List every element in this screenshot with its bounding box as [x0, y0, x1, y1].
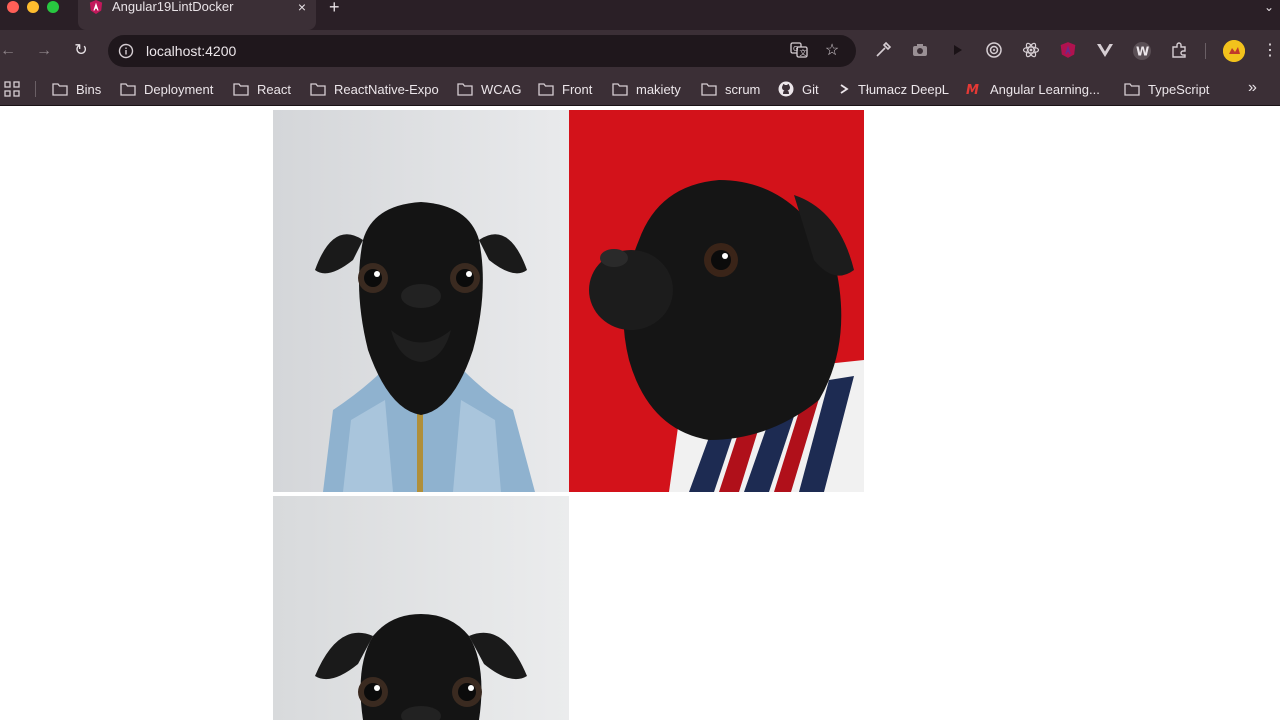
forward-button[interactable]: → [34, 41, 54, 61]
bookmark-wcag[interactable]: WCAG [457, 80, 521, 98]
svg-text:W: W [1136, 45, 1149, 59]
bookmark-angular-learning[interactable]: M Angular Learning... [966, 80, 1100, 98]
tab-search-icon[interactable]: ⌄ [1264, 0, 1274, 14]
bookmark-label: Front [562, 81, 593, 97]
bookmark-label: Bins [76, 81, 102, 97]
bookmark-git[interactable]: Git [778, 80, 819, 98]
new-tab-button[interactable]: + [329, 0, 340, 16]
folder-icon [457, 82, 473, 96]
bookmark-label: Git [802, 81, 819, 97]
folder-icon [1124, 82, 1140, 96]
gallery-image-pug-denim[interactable] [273, 110, 569, 492]
translate-icon[interactable]: G文 [789, 41, 809, 61]
profile-avatar[interactable] [1223, 40, 1245, 62]
vue-devtools-icon[interactable] [1095, 41, 1115, 61]
address-bar[interactable]: localhost:4200 G文 ☆ [108, 35, 856, 67]
tab-title: Angular19LintDocker [112, 0, 234, 14]
video-extension-icon[interactable] [947, 41, 967, 61]
back-button[interactable]: ← [0, 41, 18, 61]
bookmark-front[interactable]: Front [538, 80, 592, 98]
folder-icon [233, 82, 249, 96]
folder-icon [538, 82, 554, 96]
eyedropper-icon[interactable] [873, 41, 893, 61]
bookmark-typescript[interactable]: TypeScript [1124, 80, 1209, 98]
bookmark-react[interactable]: React [233, 80, 291, 98]
target-extension-icon[interactable] [984, 41, 1004, 61]
bookmark-makiety[interactable]: makiety [612, 80, 681, 98]
folder-icon [612, 82, 628, 96]
tab-close-icon[interactable]: × [298, 0, 306, 14]
bookmark-scrum[interactable]: scrum [701, 80, 760, 98]
maximize-window-button[interactable] [47, 1, 59, 13]
github-icon [778, 81, 794, 97]
angular-devtools-icon[interactable] [1058, 41, 1078, 61]
folder-icon [310, 82, 326, 96]
bookmark-label: Angular Learning... [990, 81, 1100, 97]
title-bar: Angular19LintDocker × + ⌄ [0, 0, 1280, 30]
w-extension-icon[interactable]: W [1132, 41, 1152, 61]
browser-toolbar: ← → ↻ localhost:4200 G文 ☆ W ⋮ [0, 30, 1280, 72]
browser-menu-icon[interactable]: ⋮ [1262, 40, 1278, 60]
deepl-icon [838, 82, 850, 96]
svg-text:文: 文 [800, 48, 807, 57]
extensions-puzzle-icon[interactable] [1169, 41, 1189, 61]
bookmarks-bar: Bins Deployment React ReactNative-Expo WCAG F… [0, 72, 1280, 106]
close-window-button[interactable] [7, 1, 19, 13]
minimize-window-button[interactable] [27, 1, 39, 13]
reload-button[interactable]: ↻ [71, 41, 91, 61]
bookmark-label: ReactNative-Expo [334, 81, 439, 97]
site-info-icon[interactable] [118, 43, 134, 59]
svg-text:G: G [793, 45, 798, 53]
gallery-image-pug-striped[interactable] [569, 110, 864, 492]
camera-extension-icon[interactable] [910, 41, 930, 61]
folder-icon [120, 82, 136, 96]
bookmark-label: makiety [636, 81, 681, 97]
bookmark-label: Deployment [144, 81, 214, 97]
bookmark-label: scrum [725, 81, 761, 97]
apps-grid-icon[interactable] [4, 81, 20, 97]
bookmark-deployment[interactable]: Deployment [120, 80, 213, 98]
svg-text:M: M [966, 83, 979, 96]
bookmarks-divider [35, 81, 36, 97]
folder-icon [52, 82, 68, 96]
angular-favicon-icon [88, 0, 104, 14]
bookmark-t-umacz-deepl[interactable]: Tłumacz DeepL [838, 80, 949, 98]
bookmark-bins[interactable]: Bins [52, 80, 101, 98]
toolbar-divider [1205, 43, 1206, 59]
react-devtools-icon[interactable] [1021, 41, 1041, 61]
bookmark-label: WCAG [481, 81, 522, 97]
bookmark-label: Tłumacz DeepL [858, 81, 950, 97]
angular-icon: M [966, 82, 982, 96]
tab-active[interactable]: Angular19LintDocker × [78, 0, 316, 30]
folder-icon [701, 82, 717, 96]
bookmark-reactnative-expo[interactable]: ReactNative-Expo [310, 80, 439, 98]
more-bookmarks-icon[interactable]: » [1248, 79, 1257, 97]
page-content [0, 110, 1280, 720]
bookmark-label: TypeScript [1148, 81, 1210, 97]
gallery-image-pug[interactable] [273, 496, 569, 720]
bookmark-star-icon[interactable]: ☆ [822, 41, 842, 61]
url-text[interactable]: localhost:4200 [146, 43, 236, 59]
bookmark-label: React [257, 81, 291, 97]
